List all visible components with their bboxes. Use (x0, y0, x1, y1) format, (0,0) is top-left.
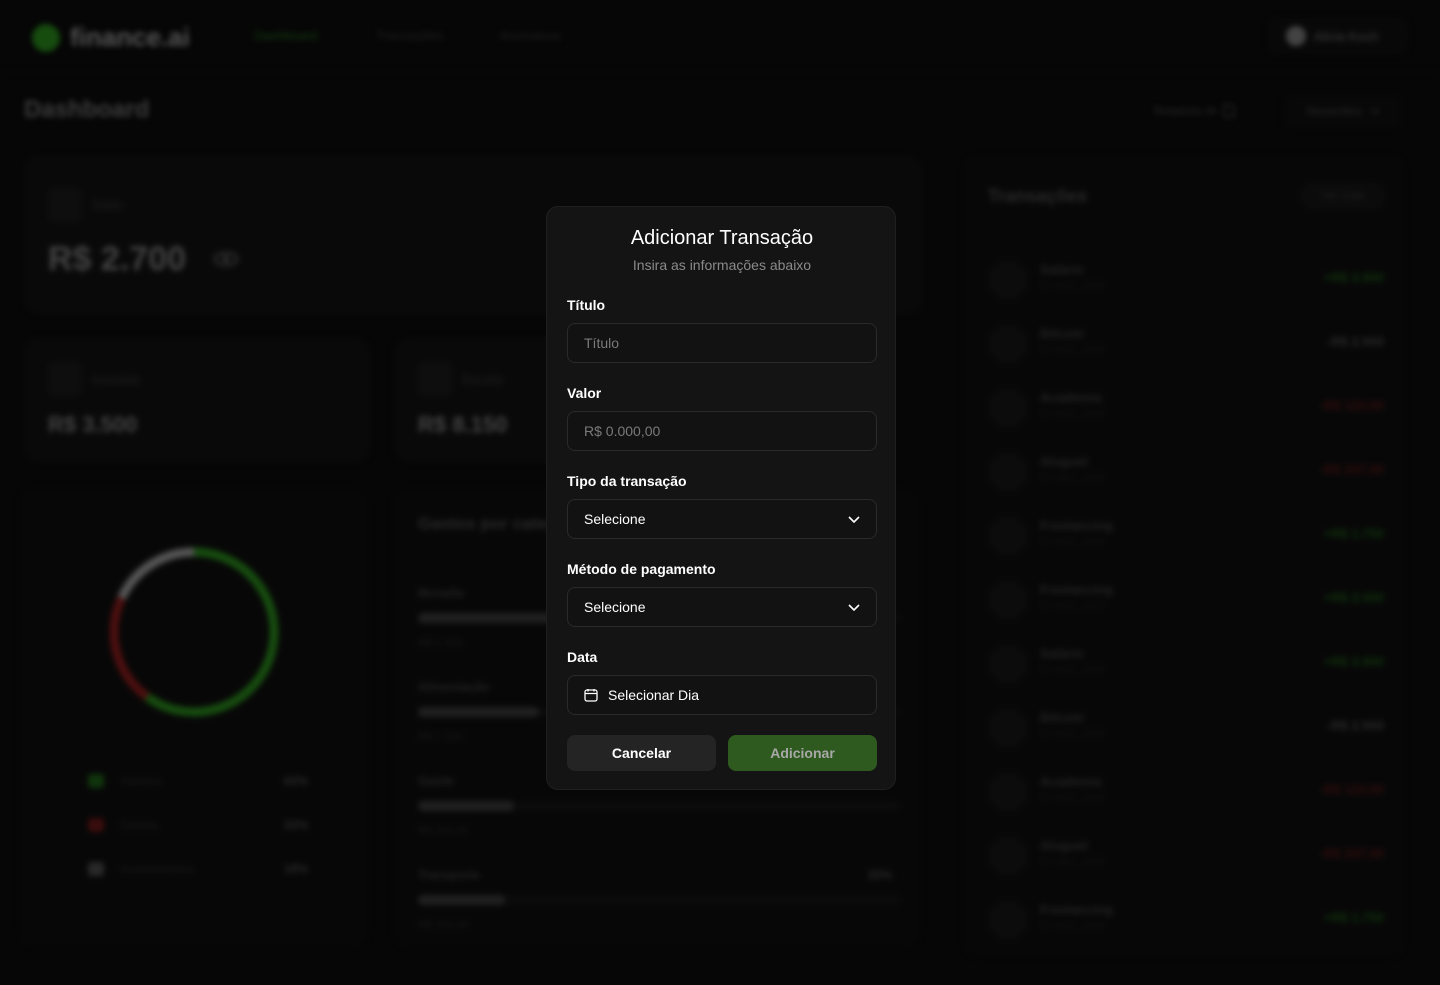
payment-method-select[interactable]: Selecione (567, 587, 877, 627)
title-input[interactable] (567, 323, 877, 363)
chevron-down-icon (848, 603, 860, 611)
title-field-label: Título (567, 297, 606, 313)
date-picker-button[interactable]: Selecionar Dia (567, 675, 877, 715)
value-input[interactable] (567, 411, 877, 451)
transaction-type-select[interactable]: Selecione (567, 499, 877, 539)
chevron-down-icon (848, 515, 860, 523)
value-field-label: Valor (567, 385, 602, 401)
app-root: finance.ai Dashboard Transações Assinatu… (0, 0, 1440, 985)
dialog-title: Adicionar Transação (630, 227, 814, 249)
method-field-label: Método de pagamento (567, 561, 716, 577)
payment-method-value: Selecione (584, 599, 646, 615)
add-transaction-dialog: Adicionar Transação Insira as informaçõe… (546, 206, 896, 790)
dialog-subtitle: Insira as informações abaixo (632, 257, 812, 273)
type-field-label: Tipo da transação (567, 473, 687, 489)
transaction-type-value: Selecione (584, 511, 646, 527)
cancel-button[interactable]: Cancelar (567, 735, 716, 771)
date-field-label: Data (567, 649, 598, 665)
add-button[interactable]: Adicionar (728, 735, 877, 771)
calendar-icon (584, 689, 598, 702)
date-value: Selecionar Dia (608, 687, 700, 703)
